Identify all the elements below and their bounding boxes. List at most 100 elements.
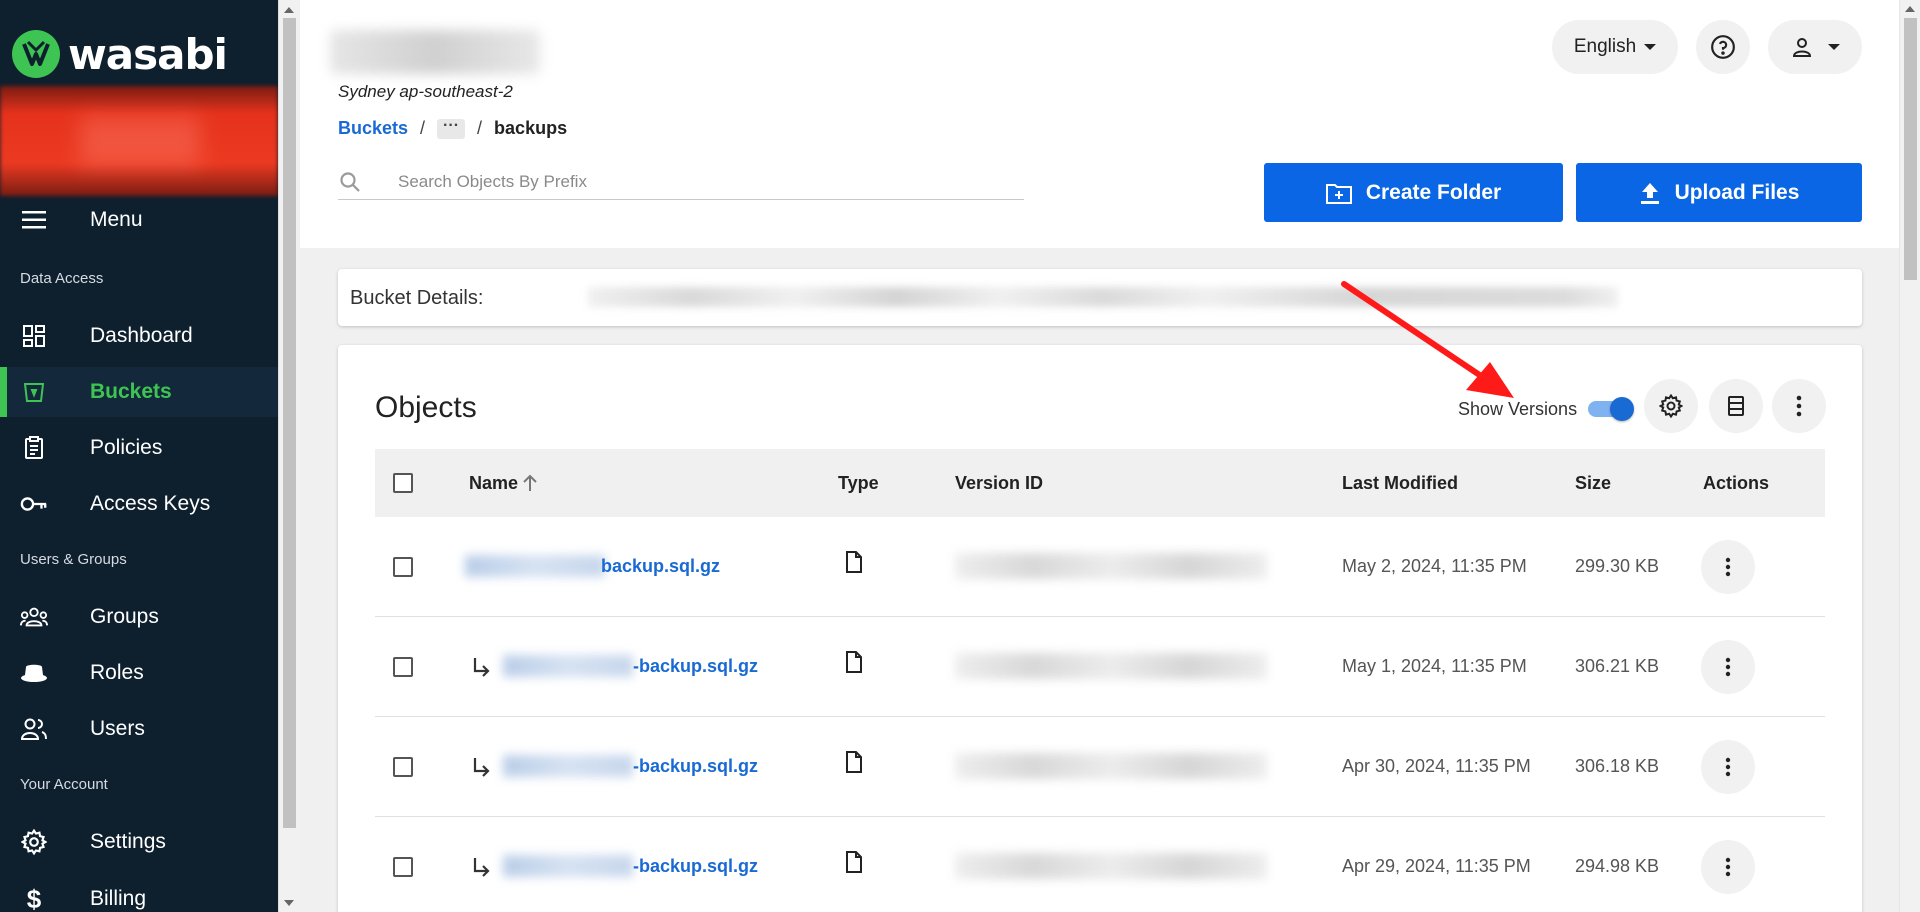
create-folder-button[interactable]: Create Folder xyxy=(1264,163,1563,222)
row-checkbox[interactable] xyxy=(393,857,413,877)
scrollbar-thumb[interactable] xyxy=(1904,18,1917,280)
folder-add-icon xyxy=(1325,183,1352,204)
table-row[interactable]: backup.sql.gz May 2, 2024, 11:35 PM 299.… xyxy=(375,517,1825,617)
help-icon xyxy=(1711,35,1735,59)
sidebar-item-roles[interactable]: Roles xyxy=(0,648,278,698)
sidebar-item-label: Groups xyxy=(90,605,159,628)
object-size: 306.21 KB xyxy=(1575,656,1660,676)
upload-files-label: Upload Files xyxy=(1674,180,1800,204)
version-id-redacted xyxy=(955,853,1267,879)
user-menu-button[interactable] xyxy=(1768,20,1862,74)
row-actions-button[interactable] xyxy=(1701,840,1755,894)
list-view-icon xyxy=(1728,396,1744,416)
scroll-down-arrow-icon[interactable] xyxy=(284,900,294,906)
bucket-details-panel[interactable]: Bucket Details: xyxy=(338,269,1862,326)
users-icon xyxy=(20,715,48,743)
row-checkbox[interactable] xyxy=(393,757,413,777)
sidebar-item-label: Dashboard xyxy=(90,324,193,347)
more-vertical-icon xyxy=(1725,757,1731,777)
breadcrumb: Buckets / ··· / backups xyxy=(338,117,567,139)
object-size: 299.30 KB xyxy=(1575,556,1660,576)
page-header: Sydney ap-southeast-2 Buckets / ··· / ba… xyxy=(300,0,1899,248)
table-row[interactable]: -backup.sql.gz Apr 30, 2024, 11:35 PM 30… xyxy=(375,717,1825,817)
row-checkbox[interactable] xyxy=(393,557,413,577)
select-all-checkbox[interactable] xyxy=(393,473,413,493)
scroll-up-arrow-icon[interactable] xyxy=(284,7,294,13)
object-name-link[interactable]: -backup.sql.gz xyxy=(633,756,758,777)
language-selector[interactable]: English xyxy=(1552,20,1678,74)
sidebar-item-settings[interactable]: Settings xyxy=(0,817,278,867)
version-subitem-arrow-icon xyxy=(473,858,490,877)
table-row[interactable]: -backup.sql.gz May 1, 2024, 11:35 PM 306… xyxy=(375,617,1825,717)
breadcrumb-separator: / xyxy=(477,118,483,138)
version-subitem-arrow-icon xyxy=(473,658,490,677)
search-icon xyxy=(340,171,360,192)
sidebar-item-billing[interactable]: $ Billing xyxy=(0,874,278,912)
last-modified: Apr 29, 2024, 11:35 PM xyxy=(1342,856,1531,876)
column-header-last-modified: Last Modified xyxy=(1342,473,1458,493)
sidebar-item-groups[interactable]: Groups xyxy=(0,592,278,642)
show-versions-toggle[interactable] xyxy=(1588,397,1634,421)
columns-view-button[interactable] xyxy=(1709,379,1763,433)
filename-redacted xyxy=(503,755,633,777)
column-header-type: Type xyxy=(838,473,879,493)
filename-redacted xyxy=(503,855,633,877)
version-id-redacted xyxy=(955,553,1267,579)
sidebar-item-label: Policies xyxy=(90,436,163,459)
section-users-groups: Users & Groups xyxy=(20,551,127,568)
last-modified: Apr 30, 2024, 11:35 PM xyxy=(1342,756,1531,776)
redacted-banner xyxy=(0,86,278,196)
breadcrumb-buckets-link[interactable]: Buckets xyxy=(338,118,408,139)
column-header-name[interactable]: Name xyxy=(469,473,518,494)
sidebar-scrollbar[interactable] xyxy=(278,0,299,912)
section-data-access: Data Access xyxy=(20,270,104,287)
table-row[interactable]: -backup.sql.gz Apr 29, 2024, 11:35 PM 29… xyxy=(375,817,1825,912)
object-name-link[interactable]: backup.sql.gz xyxy=(601,556,720,577)
object-size: 306.18 KB xyxy=(1575,756,1660,776)
version-id-redacted xyxy=(955,753,1267,779)
sidebar-item-access-keys[interactable]: Access Keys xyxy=(0,479,278,529)
version-subitem-arrow-icon xyxy=(473,758,490,777)
annotation-arrow-icon xyxy=(1341,281,1514,398)
upload-files-button[interactable]: Upload Files xyxy=(1576,163,1862,222)
breadcrumb-separator: / xyxy=(420,118,426,138)
search-input[interactable] xyxy=(398,171,978,192)
search-bar xyxy=(338,164,1024,200)
filename-redacted xyxy=(503,655,633,677)
row-actions-button[interactable] xyxy=(1701,740,1755,794)
more-options-button[interactable] xyxy=(1772,379,1826,433)
objects-card: Objects Show Versions Name Type Version … xyxy=(338,345,1862,912)
object-name-link[interactable]: -backup.sql.gz xyxy=(633,856,758,877)
bucket-region: Sydney ap-southeast-2 xyxy=(338,82,513,101)
more-vertical-icon xyxy=(1725,657,1731,677)
sidebar-item-label: Access Keys xyxy=(90,492,211,515)
sidebar-item-buckets[interactable]: Buckets xyxy=(0,367,278,417)
help-button[interactable] xyxy=(1696,20,1750,74)
chevron-down-icon xyxy=(1644,44,1657,50)
sidebar-item-dashboard[interactable]: Dashboard xyxy=(0,311,278,361)
sort-ascending-icon[interactable] xyxy=(522,474,538,492)
bucket-icon xyxy=(20,378,48,406)
main-scrollbar[interactable] xyxy=(1899,0,1920,912)
sidebar-item-label: Settings xyxy=(90,830,166,853)
wasabi-logo[interactable]: wasabi xyxy=(10,28,228,80)
wasabi-leaf-icon xyxy=(12,30,60,78)
object-name-link[interactable]: -backup.sql.gz xyxy=(633,656,758,677)
breadcrumb-ellipsis-button[interactable]: ··· xyxy=(437,117,466,139)
sidebar-item-label: Users xyxy=(90,717,145,740)
menu-toggle[interactable]: Menu xyxy=(0,195,278,245)
language-label: English xyxy=(1573,36,1637,57)
sidebar-item-users[interactable]: Users xyxy=(0,704,278,754)
more-vertical-icon xyxy=(1725,857,1731,877)
row-actions-button[interactable] xyxy=(1701,640,1755,694)
sidebar-item-policies[interactable]: Policies xyxy=(0,423,278,473)
chevron-down-icon xyxy=(1828,44,1840,50)
settings-button[interactable] xyxy=(1644,379,1698,433)
scroll-up-arrow-icon[interactable] xyxy=(1905,6,1915,12)
row-actions-button[interactable] xyxy=(1701,540,1755,594)
roles-icon xyxy=(20,659,48,687)
row-checkbox[interactable] xyxy=(393,657,413,677)
file-icon xyxy=(846,751,862,773)
scrollbar-thumb[interactable] xyxy=(283,18,296,828)
sidebar-item-label: Roles xyxy=(90,661,144,684)
